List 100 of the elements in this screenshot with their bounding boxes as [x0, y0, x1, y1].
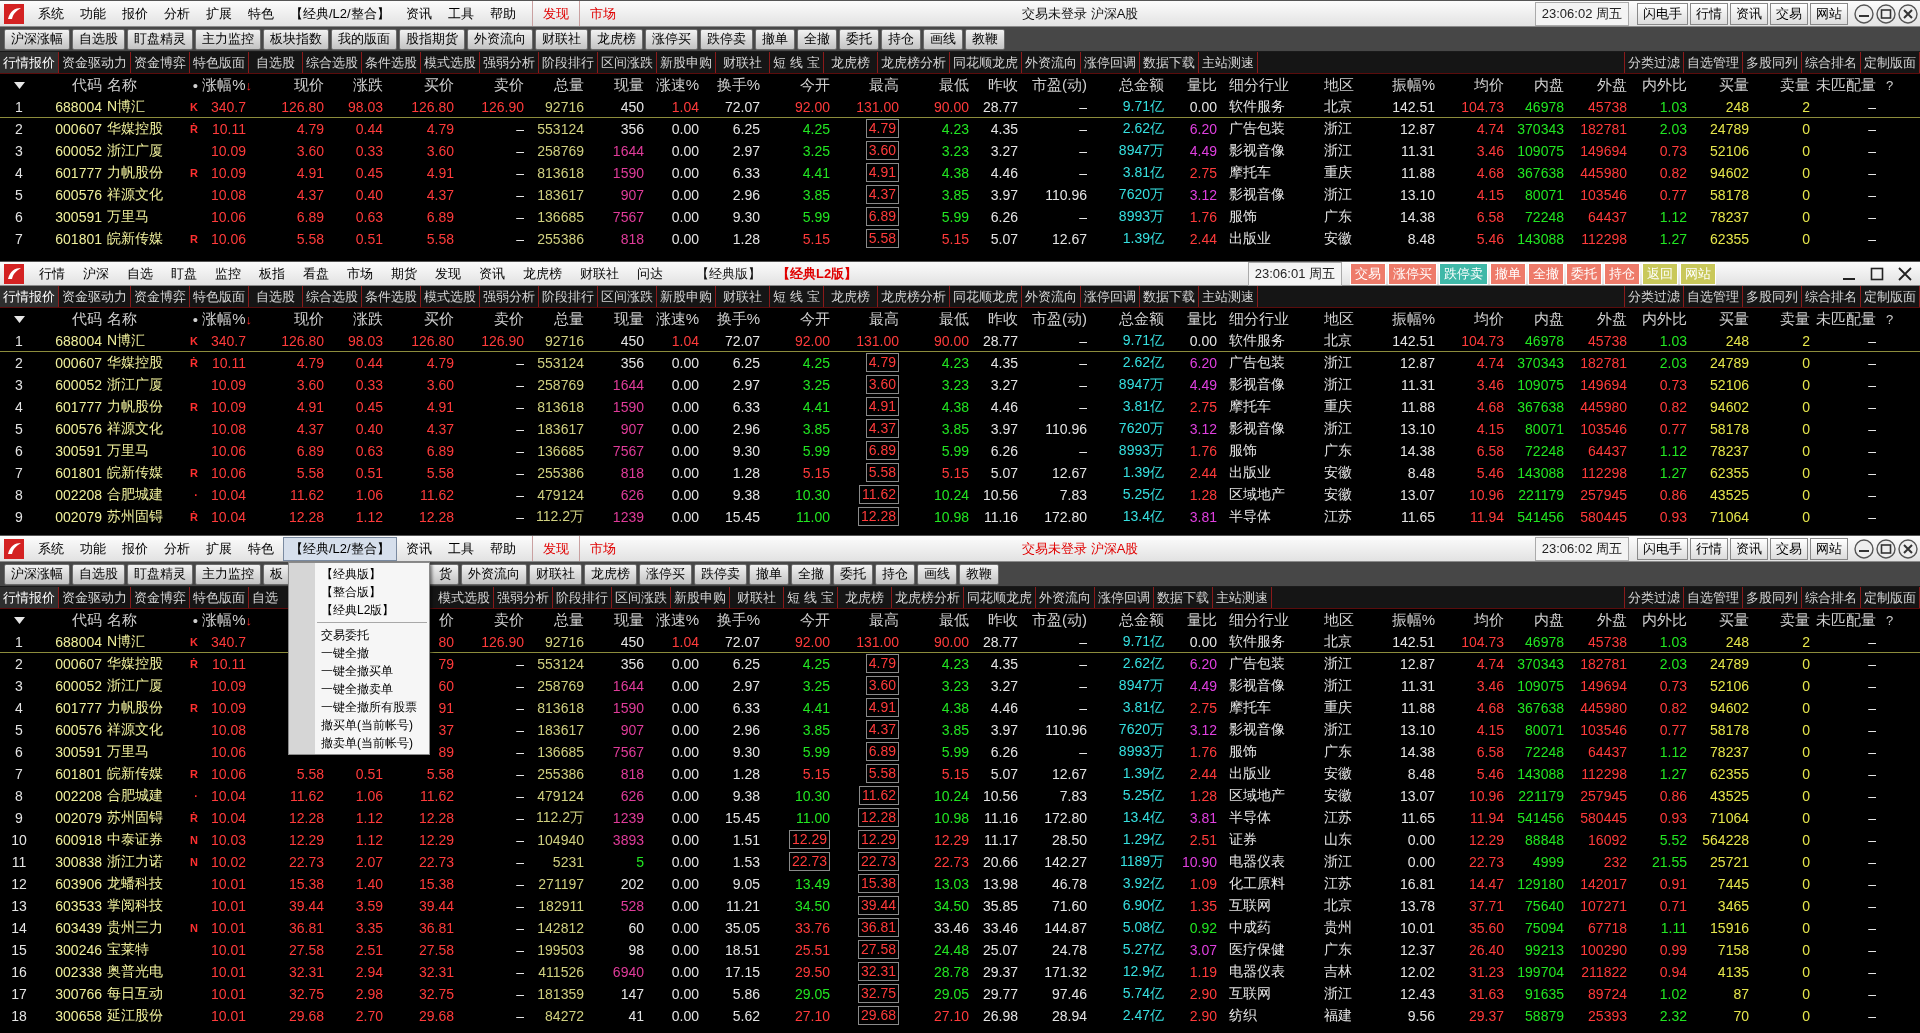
- toolbar-button[interactable]: 教鞭: [965, 28, 1005, 50]
- tab[interactable]: 主站测速: [1199, 52, 1258, 73]
- menu-item[interactable]: 沪深: [74, 264, 118, 283]
- tab[interactable]: 龙虎榜: [838, 587, 892, 608]
- menu-item[interactable]: 报价: [115, 536, 155, 561]
- column-header[interactable]: 涨跌: [324, 309, 383, 329]
- toolbar-button[interactable]: 板块指数: [263, 28, 329, 50]
- help-mark[interactable]: ?: [1876, 612, 1894, 628]
- tab[interactable]: 自选股: [249, 52, 303, 73]
- column-header[interactable]: 未匹配量: [1810, 75, 1876, 95]
- tab[interactable]: 阶段排行: [553, 587, 612, 608]
- tab[interactable]: 行情报价: [0, 52, 59, 73]
- column-header[interactable]: 细分行业: [1217, 309, 1320, 329]
- header-button[interactable]: 闪电手: [1637, 2, 1688, 25]
- column-header[interactable]: 市盈(动): [1018, 610, 1087, 630]
- close-icon[interactable]: [1898, 266, 1912, 281]
- toolbar-button[interactable]: 涨停买: [639, 563, 692, 585]
- tab[interactable]: 综合排名: [1802, 52, 1861, 73]
- dropdown-icon[interactable]: [13, 81, 25, 89]
- menu-item[interactable]: 帮助: [482, 1, 523, 26]
- tab[interactable]: 区间涨跌: [598, 286, 657, 307]
- column-header[interactable]: 代码: [38, 610, 102, 630]
- tab[interactable]: 强弱分析: [494, 587, 553, 608]
- menu-item[interactable]: 分析: [157, 1, 197, 26]
- toolbar-button[interactable]: 龙虎榜: [584, 563, 637, 585]
- tab[interactable]: 条件选股: [362, 286, 421, 307]
- column-header[interactable]: 总金额: [1087, 309, 1164, 329]
- logo-icon[interactable]: [4, 263, 24, 284]
- column-header[interactable]: 卖量: [1749, 309, 1810, 329]
- toolbar-button[interactable]: 我的版面: [331, 28, 397, 50]
- tab[interactable]: 强弱分析: [480, 286, 539, 307]
- column-header[interactable]: 地区: [1320, 610, 1370, 630]
- tab[interactable]: 龙虎榜: [824, 52, 878, 73]
- column-header[interactable]: 买价: [383, 75, 454, 95]
- column-header[interactable]: 现量: [584, 610, 644, 630]
- column-header[interactable]: 振幅%: [1370, 75, 1435, 95]
- column-header[interactable]: 代码: [38, 309, 102, 329]
- tab[interactable]: 同花顺龙虎: [950, 52, 1022, 73]
- toolbar-button[interactable]: 全撤: [797, 28, 837, 50]
- menu-option[interactable]: 一键全撤: [289, 644, 429, 662]
- column-header[interactable]: 最低: [899, 75, 969, 95]
- toolbar-button[interactable]: 跌停卖: [694, 563, 747, 585]
- column-header[interactable]: 量比: [1164, 75, 1217, 95]
- tab[interactable]: 多股同列: [1743, 587, 1802, 608]
- tab[interactable]: 多股同列: [1743, 286, 1802, 307]
- header-button[interactable]: 行情: [1690, 2, 1728, 25]
- menu-item[interactable]: 发现: [426, 264, 470, 283]
- menu-option[interactable]: 一键全撤买单: [289, 662, 429, 680]
- minimize-icon[interactable]: [1854, 3, 1874, 24]
- column-header[interactable]: 今开: [760, 610, 830, 630]
- tab[interactable]: 涨停回调: [1095, 587, 1154, 608]
- column-header[interactable]: 买量: [1687, 610, 1749, 630]
- toolbar-button[interactable]: 委托: [839, 28, 879, 50]
- column-header[interactable]: 未匹配量: [1810, 309, 1876, 329]
- tab[interactable]: 区间涨跌: [612, 587, 671, 608]
- menu-item[interactable]: 期货: [382, 264, 426, 283]
- tab[interactable]: 模式选股: [435, 587, 494, 608]
- logo-icon[interactable]: [4, 3, 24, 24]
- tab[interactable]: 新股申购: [657, 52, 716, 73]
- menu-link[interactable]: 发现: [531, 536, 579, 561]
- toolbar-button[interactable]: 自选股: [72, 563, 125, 585]
- column-header[interactable]: 市盈(动): [1018, 75, 1087, 95]
- menu-item[interactable]: 龙虎榜: [514, 264, 571, 283]
- tab[interactable]: 资金博弈: [131, 587, 190, 608]
- menu-item[interactable]: 特色: [241, 1, 281, 26]
- menu-item[interactable]: 看盘: [294, 264, 338, 283]
- column-header[interactable]: 外盘: [1564, 610, 1627, 630]
- column-header[interactable]: 换手%: [699, 610, 760, 630]
- toolbar-button[interactable]: 沪深涨幅: [4, 28, 70, 50]
- menu-item[interactable]: 功能: [73, 1, 113, 26]
- column-header[interactable]: 代码: [38, 75, 102, 95]
- toolbar-button[interactable]: 委托: [833, 563, 873, 585]
- column-header[interactable]: 总量: [524, 75, 584, 95]
- tab[interactable]: 自选管理: [1684, 286, 1743, 307]
- toolbar-button[interactable]: 跌停卖: [700, 28, 753, 50]
- tab[interactable]: 资金驱动力: [59, 52, 131, 73]
- menu-item[interactable]: 系统: [31, 1, 71, 26]
- menu-item[interactable]: 行情: [30, 264, 74, 283]
- toolbar-button[interactable]: 全撤: [791, 563, 831, 585]
- menu-item[interactable]: 系统: [31, 536, 71, 561]
- column-header[interactable]: 内外比: [1627, 309, 1687, 329]
- toolbar-button[interactable]: 沪深涨幅: [4, 563, 70, 585]
- tab[interactable]: 模式选股: [421, 52, 480, 73]
- menu-item[interactable]: 资讯: [398, 536, 439, 561]
- menu-option[interactable]: 一键全撤所有股票: [289, 698, 429, 716]
- maximize-icon[interactable]: [1870, 266, 1884, 281]
- column-header[interactable]: 卖价: [454, 610, 524, 630]
- column-header[interactable]: 现量: [584, 75, 644, 95]
- tab[interactable]: 短 线 宝: [784, 587, 838, 608]
- tab[interactable]: 龙虎榜: [824, 286, 878, 307]
- column-header[interactable]: 涨幅%↓: [198, 610, 252, 630]
- menu-item[interactable]: 特色: [241, 536, 281, 561]
- menu-item[interactable]: 工具: [440, 1, 481, 26]
- help-mark[interactable]: ?: [1876, 311, 1894, 327]
- column-header[interactable]: 涨速%: [644, 75, 699, 95]
- column-header[interactable]: 总量: [524, 610, 584, 630]
- column-header[interactable]: 卖量: [1749, 75, 1810, 95]
- tab[interactable]: 数据下载: [1140, 52, 1199, 73]
- tab[interactable]: 行情报价: [0, 587, 59, 608]
- toolbar-button[interactable]: 画线: [923, 28, 963, 50]
